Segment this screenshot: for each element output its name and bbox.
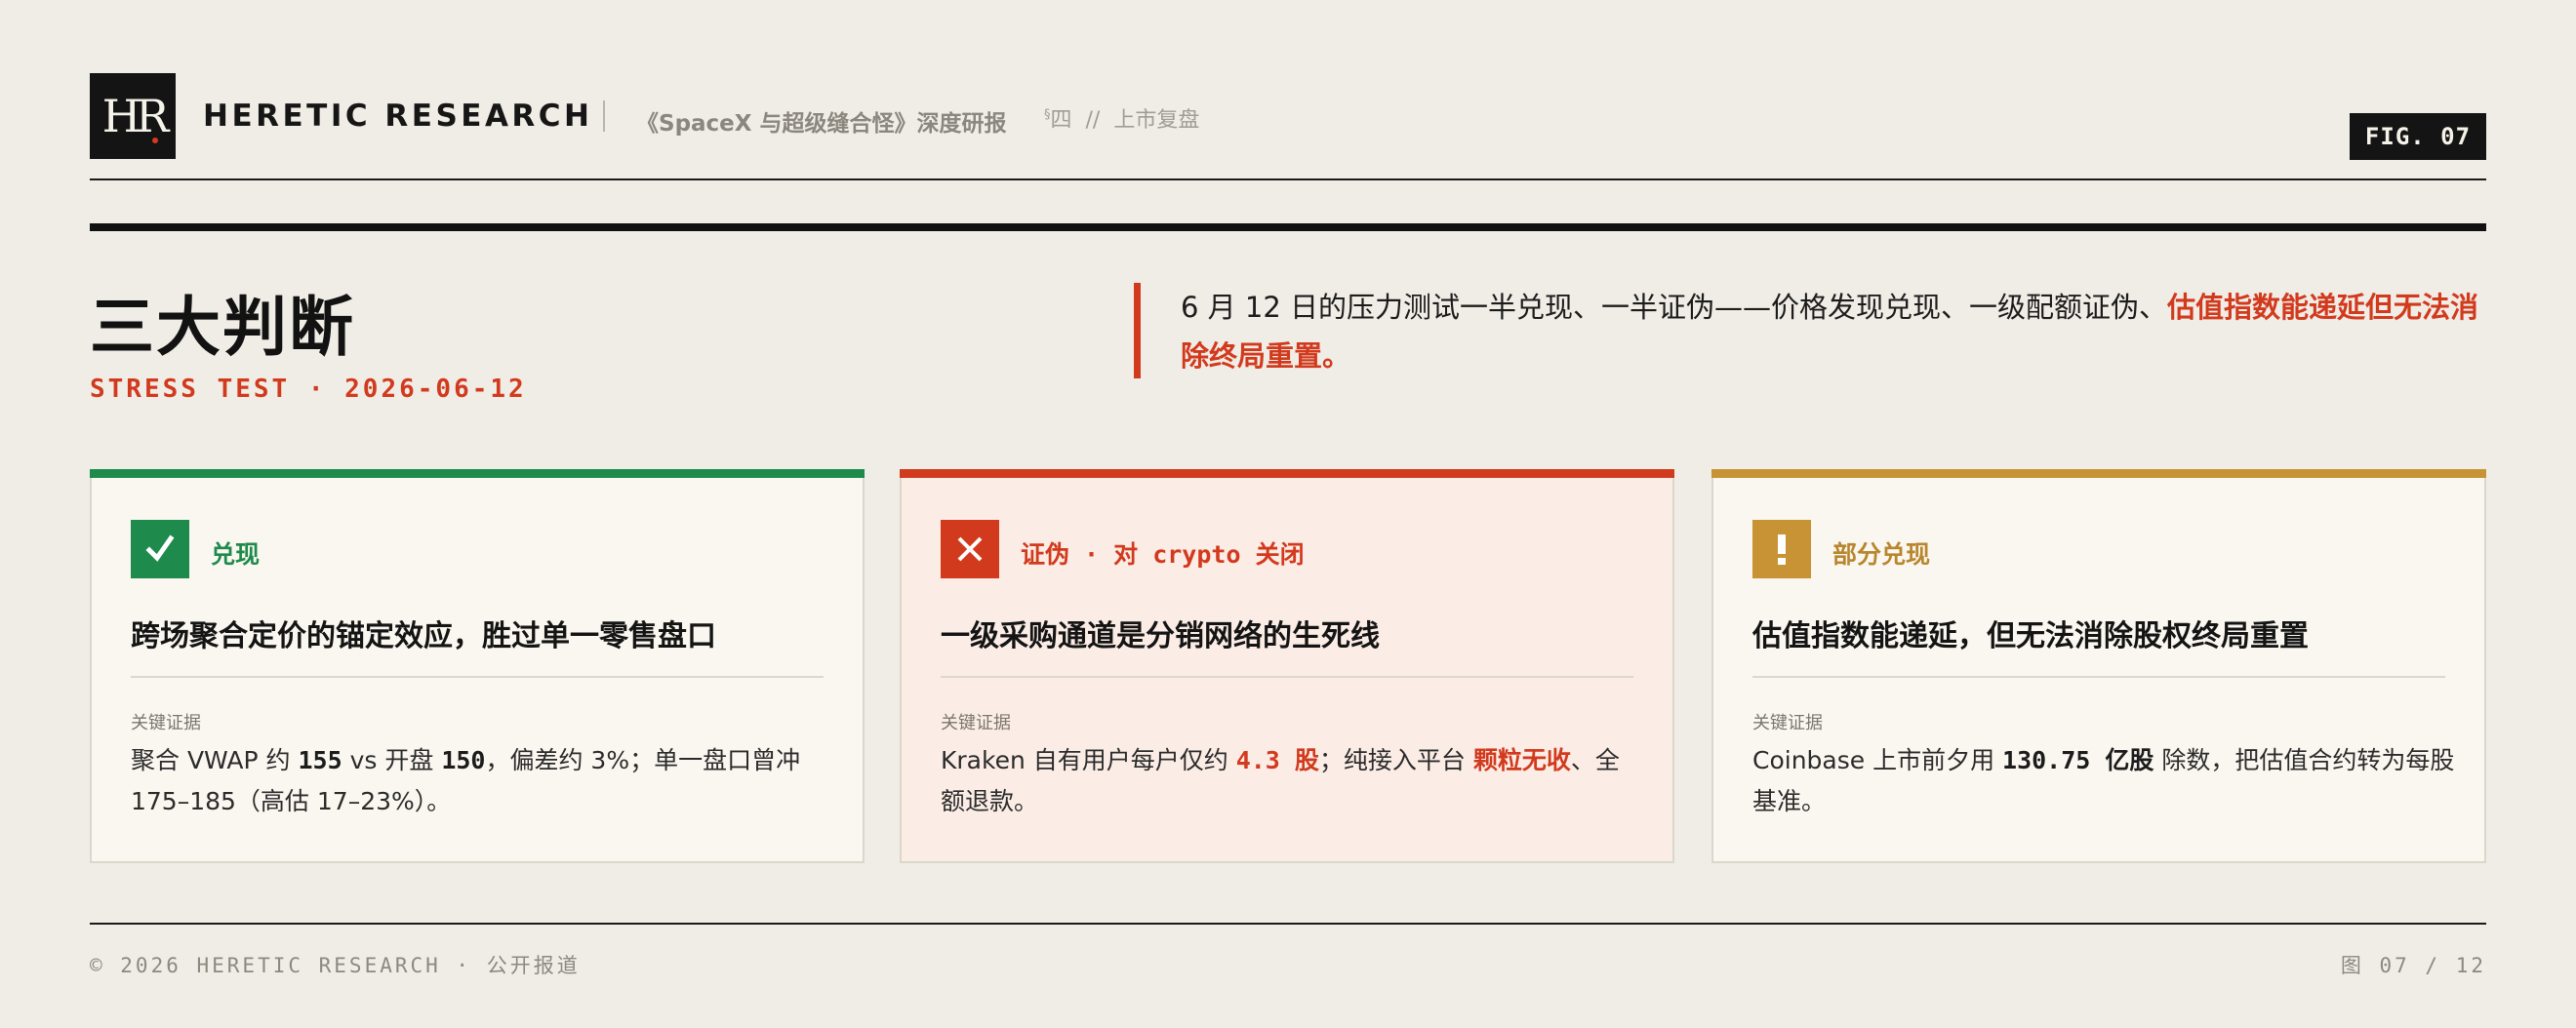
exclamation-icon: [1752, 520, 1811, 578]
evidence-value: 130.75 亿股: [2002, 746, 2154, 774]
evidence-part: Kraken 自有用户每户仅约: [941, 746, 1236, 774]
evidence-value: 155: [298, 746, 342, 774]
evidence-label: 关键证据: [941, 713, 1011, 733]
evidence-label: 关键证据: [1752, 713, 1823, 733]
evidence-part: vs 开盘: [342, 746, 442, 774]
header-rule: [90, 178, 2486, 180]
evidence-part: 聚合 VWAP 约: [131, 746, 299, 774]
logo-mark: HR: [101, 90, 170, 142]
evidence-value: 4.3 股: [1235, 746, 1319, 774]
title-rule: [90, 223, 2486, 231]
section-number: 四: [1050, 108, 1072, 133]
evidence-label: 关键证据: [131, 713, 201, 733]
page-title: 三大判断: [90, 290, 355, 365]
cross-icon: [941, 520, 999, 578]
brand-name: HERETIC RESEARCH: [203, 99, 593, 134]
card-verdict: 证伪 · 对 crypto 关闭: [1021, 540, 1305, 569]
section-tag: §四 // 上市复盘: [1044, 102, 1199, 134]
evidence-part: ；纯接入平台: [1318, 746, 1473, 774]
card-heading: 一级采购通道是分销网络的生死线: [941, 619, 1380, 653]
section-name: 上市复盘: [1113, 108, 1200, 133]
quote-text: 6 月 12 日的压力测试一半兑现、一半证伪——价格发现兑现、一级配额证伪、: [1181, 291, 2168, 324]
footer-page-indicator: 图 07 / 12: [2340, 954, 2486, 977]
judgment-card-refuted: 证伪 · 对 crypto 关闭 一级采购通道是分销网络的生死线 关键证据 Kr…: [900, 469, 1674, 863]
evidence-text: 聚合 VWAP 约 155 vs 开盘 150，偏差约 3%；单一盘口曾冲 17…: [131, 740, 833, 822]
judgment-card-partial: 部分兑现 估值指数能递延，但无法消除股权终局重置 关键证据 Coinbase 上…: [1711, 469, 2486, 863]
logo: HR: [90, 73, 176, 159]
card-divider: [1752, 676, 2445, 678]
report-title: 《SpaceX 与超级缝合怪》深度研报: [636, 111, 1007, 137]
header: HR HERETIC RESEARCH 《SpaceX 与超级缝合怪》深度研报 …: [90, 73, 2486, 161]
card-verdict: 兑现: [211, 540, 261, 569]
card-top-bar: [90, 469, 865, 478]
evidence-value: 150: [441, 746, 486, 774]
header-divider: [603, 100, 605, 132]
logo-dot: [152, 138, 158, 143]
summary-quote: 6 月 12 日的压力测试一半兑现、一半证伪——价格发现兑现、一级配额证伪、估值…: [1181, 283, 2488, 380]
evidence-part: Coinbase 上市前夕用: [1752, 746, 2003, 774]
card-verdict: 部分兑现: [1832, 540, 1931, 569]
footer-copyright: © 2026 HERETIC RESEARCH · 公开报道: [90, 954, 581, 977]
check-icon: [131, 520, 189, 578]
quote-accent-bar: [1134, 283, 1141, 378]
card-heading: 估值指数能递延，但无法消除股权终局重置: [1752, 619, 2309, 653]
evidence-text: Coinbase 上市前夕用 130.75 亿股 除数，把估值合约转为每股基准。: [1752, 740, 2455, 822]
card-divider: [131, 676, 824, 678]
card-heading: 跨场聚合定价的锚定效应，胜过单一零售盘口: [131, 619, 716, 653]
card-top-bar: [1711, 469, 2486, 478]
evidence-text: Kraken 自有用户每户仅约 4.3 股；纯接入平台 颗粒无收、全额退款。: [941, 740, 1643, 822]
card-top-bar: [900, 469, 1674, 478]
judgment-card-confirmed: 兑现 跨场聚合定价的锚定效应，胜过单一零售盘口 关键证据 聚合 VWAP 约 1…: [90, 469, 865, 863]
evidence-value: 颗粒无收: [1472, 746, 1571, 774]
figure-badge: FIG. 07: [2350, 113, 2486, 160]
footer-rule: [90, 923, 2486, 925]
section-separator: //: [1085, 108, 1101, 133]
page-subtitle: STRESS TEST · 2026-06-12: [90, 375, 527, 404]
card-divider: [941, 676, 1633, 678]
